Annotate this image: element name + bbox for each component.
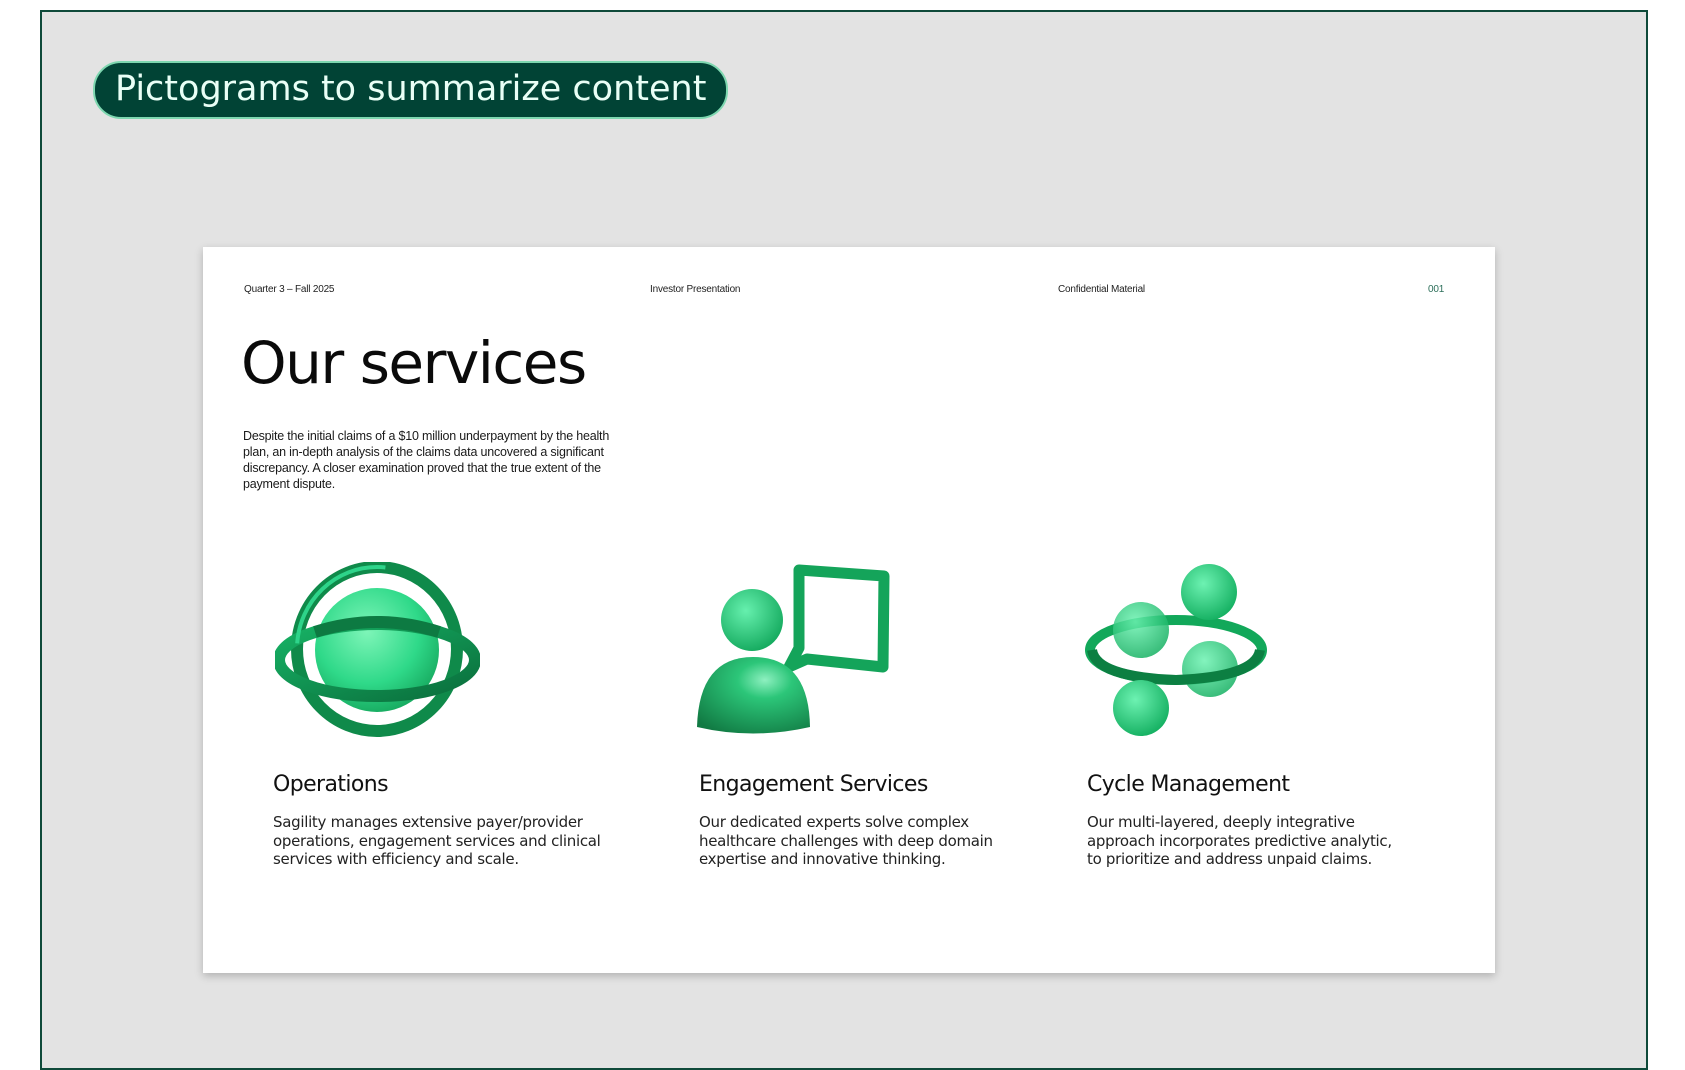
- slide-title: Our services: [241, 329, 587, 397]
- service-title-operations: Operations: [273, 772, 389, 797]
- slide-intro-text: Despite the initial claims of a $10 mill…: [243, 429, 610, 491]
- globe-orbit-icon: [273, 561, 481, 741]
- section-label-pill: Pictograms to summarize content: [93, 61, 729, 119]
- slide-doc-type: Investor Presentation: [650, 284, 741, 295]
- person-speech-bubble-icon: [697, 562, 907, 741]
- service-desc-engagement: Our dedicated experts solve complex heal…: [699, 813, 993, 868]
- slide-classification: Confidential Material: [1058, 284, 1145, 295]
- slide-page-number: 001: [1428, 284, 1445, 295]
- showcase-frame: Pictograms to summarize content Quarter …: [40, 10, 1648, 1070]
- slide-period: Quarter 3 – Fall 2025: [244, 284, 335, 295]
- service-title-engagement: Engagement Services: [699, 772, 928, 797]
- service-desc-cycle: Our multi-layered, deeply integrative ap…: [1087, 813, 1392, 868]
- service-title-cycle: Cycle Management: [1087, 772, 1290, 797]
- service-desc-operations: Sagility manages extensive payer/provide…: [273, 813, 601, 868]
- presentation-slide: Quarter 3 – Fall 2025 Investor Presentat…: [203, 247, 1495, 973]
- spheres-ring-cycle-icon: [1084, 562, 1269, 741]
